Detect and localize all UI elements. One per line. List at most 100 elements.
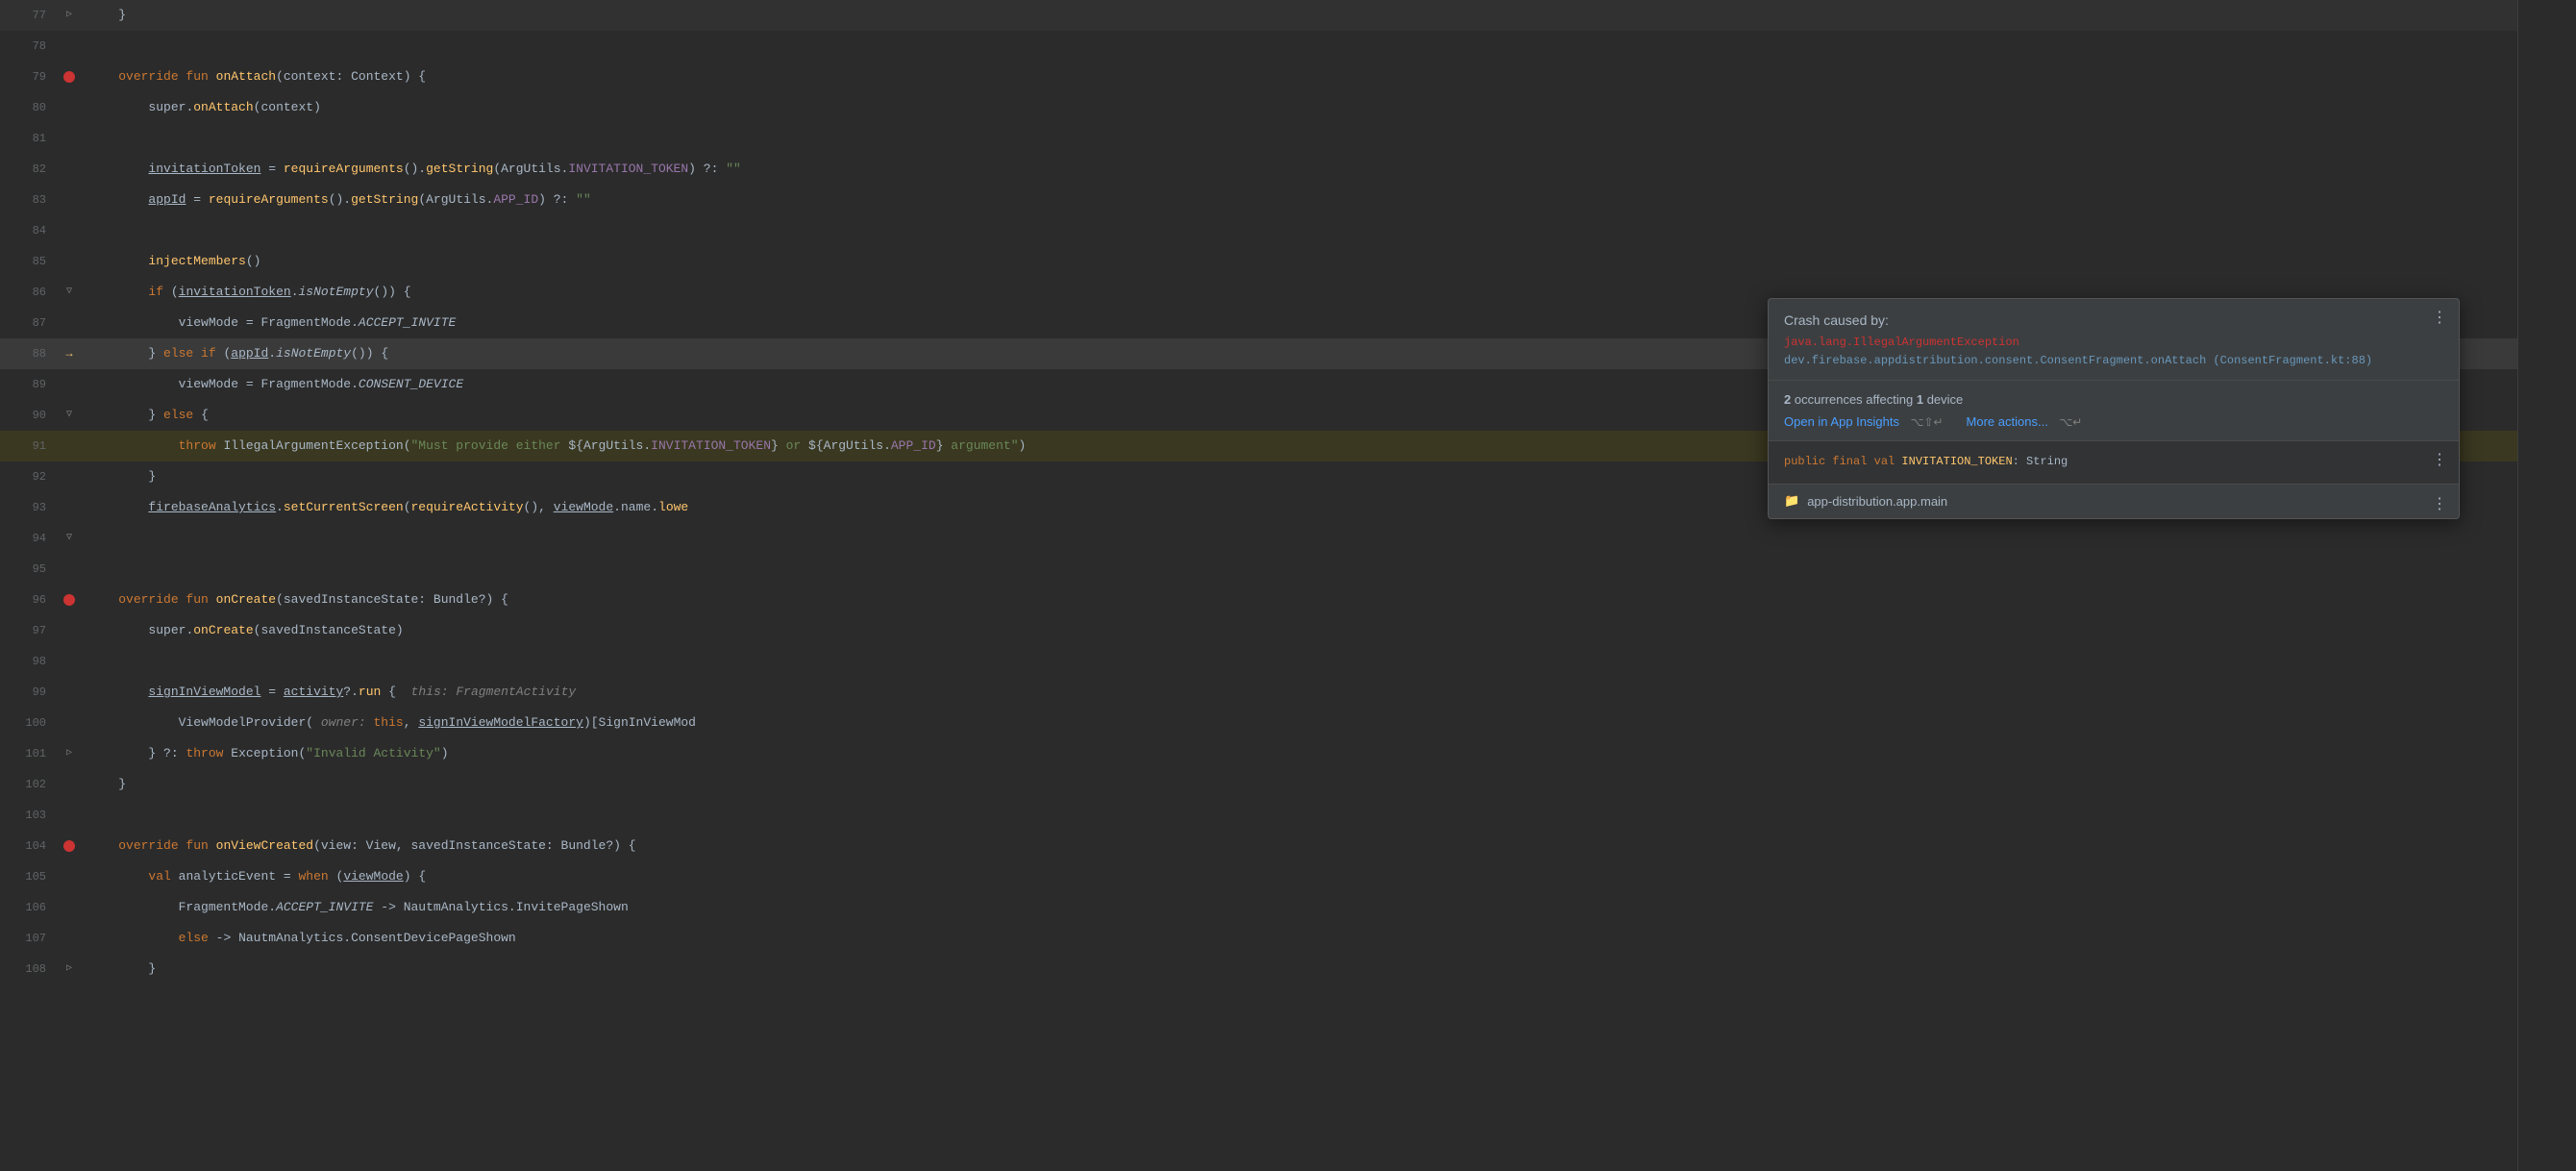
code-area[interactable]: 77 ▷ } 78 79 override fun onAttach(conte…	[0, 0, 2517, 1171]
code-content-77: }	[81, 0, 2517, 31]
line-num-77: 77	[0, 0, 58, 31]
occurrences-count: 2	[1784, 392, 1791, 407]
code-line-84[interactable]: 84	[0, 215, 2517, 246]
gutter-86: ▽	[58, 277, 81, 308]
code-line-96[interactable]: 96 override fun onCreate(savedInstanceSt…	[0, 585, 2517, 615]
more-actions-button[interactable]: More actions... ⌥↵	[1967, 414, 2083, 429]
code-line-83[interactable]: 83 appId = requireArguments().getString(…	[0, 185, 2517, 215]
gutter-108: ▷	[58, 954, 81, 984]
code-content-79: override fun onAttach(context: Context) …	[81, 62, 2517, 92]
code-line-101[interactable]: 101 ▷ } ?: throw Exception("Invalid Acti…	[0, 738, 2517, 769]
line-num-81: 81	[0, 123, 58, 154]
device-count: 1	[1917, 392, 1923, 407]
affecting-label: affecting	[1866, 392, 1913, 407]
code-content-102: }	[81, 769, 2517, 800]
module-name-label: app-distribution.app.main	[1807, 494, 1947, 509]
line-num-104: 104	[0, 831, 58, 861]
code-line-107[interactable]: 107 else -> NautmAnalytics.ConsentDevice…	[0, 923, 2517, 954]
line-num-90: 90	[0, 400, 58, 431]
line-num-97: 97	[0, 615, 58, 646]
line-num-82: 82	[0, 154, 58, 185]
line-num-88: 88	[0, 338, 58, 369]
line-num-87: 87	[0, 308, 58, 338]
line-num-105: 105	[0, 861, 58, 892]
code-content-85: injectMembers()	[81, 246, 2517, 277]
crash-popup-actions: Open in App Insights ⌥⇧↵ More actions...…	[1784, 414, 2443, 429]
gutter-101: ▷	[58, 738, 81, 769]
crash-exception-class: java.lang.IllegalArgumentException	[1784, 334, 2443, 352]
code-line-81[interactable]: 81	[0, 123, 2517, 154]
more-options-button-code[interactable]: ⋮	[2432, 453, 2447, 468]
crash-popup-code-preview: public final val INVITATION_TOKEN: Strin…	[1769, 441, 2459, 484]
code-line-95[interactable]: 95	[0, 554, 2517, 585]
line-num-107: 107	[0, 923, 58, 954]
code-content-101: } ?: throw Exception("Invalid Activity")	[81, 738, 2517, 769]
line-num-84: 84	[0, 215, 58, 246]
module-folder-icon: 📁	[1784, 494, 1799, 509]
code-line-80[interactable]: 80 super.onAttach(context)	[0, 92, 2517, 123]
fold-icon-86: ▽	[66, 277, 72, 308]
code-line-77[interactable]: 77 ▷ }	[0, 0, 2517, 31]
fold-icon-94: ▽	[66, 523, 72, 554]
code-content-99: signInViewModel = activity?.run { this: …	[81, 677, 2517, 708]
line-num-96: 96	[0, 585, 58, 615]
line-num-101: 101	[0, 738, 58, 769]
code-line-78[interactable]: 78	[0, 31, 2517, 62]
code-line-97[interactable]: 97 super.onCreate(savedInstanceState)	[0, 615, 2517, 646]
fold-icon-90: ▽	[66, 400, 72, 431]
more-options-button-bottom[interactable]: ⋮	[2432, 494, 2447, 513]
code-content-80: super.onAttach(context)	[81, 92, 2517, 123]
occurrences-text: 2 occurrences affecting 1 device	[1784, 392, 2443, 407]
crash-popup: Crash caused by: java.lang.IllegalArgume…	[1768, 298, 2460, 519]
code-line-105[interactable]: 105 val analyticEvent = when (viewMode) …	[0, 861, 2517, 892]
line-num-85: 85	[0, 246, 58, 277]
code-content-106: FragmentMode.ACCEPT_INVITE -> NautmAnaly…	[81, 892, 2517, 923]
fold-icon-101: ▷	[66, 738, 72, 769]
code-line-103[interactable]: 103	[0, 800, 2517, 831]
crash-exception-trace: dev.firebase.appdistribution.consent.Con…	[1784, 352, 2443, 370]
gutter-94: ▽	[58, 523, 81, 554]
code-content-82: invitationToken = requireArguments().get…	[81, 154, 2517, 185]
line-num-93: 93	[0, 492, 58, 523]
line-num-94: 94	[0, 523, 58, 554]
code-content-96: override fun onCreate(savedInstanceState…	[81, 585, 2517, 615]
code-line-94[interactable]: 94 ▽	[0, 523, 2517, 554]
code-line-104[interactable]: 104 override fun onViewCreated(view: Vie…	[0, 831, 2517, 861]
crash-popup-occurrences: 2 occurrences affecting 1 device Open in…	[1769, 381, 2459, 441]
device-label: device	[1927, 392, 1964, 407]
line-num-89: 89	[0, 369, 58, 400]
code-line-98[interactable]: 98	[0, 646, 2517, 677]
crash-popup-title: Crash caused by:	[1784, 312, 2443, 328]
code-line-108[interactable]: 108 ▷ }	[0, 954, 2517, 984]
code-content-105: val analyticEvent = when (viewMode) {	[81, 861, 2517, 892]
crash-popup-module: 📁 app-distribution.app.main ⋮	[1769, 485, 2459, 518]
line-num-95: 95	[0, 554, 58, 585]
line-num-98: 98	[0, 646, 58, 677]
code-line-106[interactable]: 106 FragmentMode.ACCEPT_INVITE -> NautmA…	[0, 892, 2517, 923]
open-shortcut: ⌥⇧↵	[1911, 415, 1944, 429]
editor-container: 77 ▷ } 78 79 override fun onAttach(conte…	[0, 0, 2576, 1171]
line-num-78: 78	[0, 31, 58, 62]
gutter-88: →	[58, 338, 81, 369]
code-line-99[interactable]: 99 signInViewModel = activity?.run { thi…	[0, 677, 2517, 708]
line-num-103: 103	[0, 800, 58, 831]
code-preview-text: public final val INVITATION_TOKEN: Strin…	[1784, 453, 2443, 471]
code-line-85[interactable]: 85 injectMembers()	[0, 246, 2517, 277]
breakpoint-icon-104	[63, 840, 75, 852]
code-line-79[interactable]: 79 override fun onAttach(context: Contex…	[0, 62, 2517, 92]
code-line-100[interactable]: 100 ViewModelProvider( owner: this, sign…	[0, 708, 2517, 738]
line-num-83: 83	[0, 185, 58, 215]
line-num-106: 106	[0, 892, 58, 923]
code-content-97: super.onCreate(savedInstanceState)	[81, 615, 2517, 646]
code-line-82[interactable]: 82 invitationToken = requireArguments().…	[0, 154, 2517, 185]
code-content-83: appId = requireArguments().getString(Arg…	[81, 185, 2517, 215]
more-actions-label: More actions...	[1967, 414, 2048, 429]
code-line-102[interactable]: 102 }	[0, 769, 2517, 800]
code-content-108: }	[81, 954, 2517, 984]
gutter-77: ▷	[58, 0, 81, 31]
more-options-button-top[interactable]: ⋮	[2432, 311, 2447, 326]
crash-popup-header: Crash caused by: java.lang.IllegalArgume…	[1769, 299, 2459, 381]
open-in-app-insights-button[interactable]: Open in App Insights ⌥⇧↵	[1784, 414, 1944, 429]
code-content-107: else -> NautmAnalytics.ConsentDevicePage…	[81, 923, 2517, 954]
line-num-108: 108	[0, 954, 58, 984]
